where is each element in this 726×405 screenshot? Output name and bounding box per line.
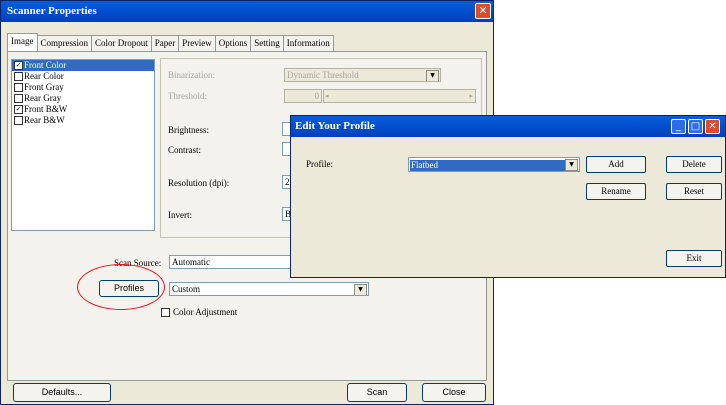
tab-compression[interactable]: Compression — [36, 35, 93, 51]
chevron-down-icon[interactable]: ▼ — [565, 159, 578, 171]
minimize-icon[interactable]: _ — [671, 119, 686, 134]
maximize-icon[interactable]: □ — [688, 119, 703, 134]
annotation-circle — [77, 264, 165, 310]
color-adjustment-checkbox[interactable] — [161, 308, 170, 317]
tab-paper[interactable]: Paper — [150, 35, 180, 51]
arrow-right-icon[interactable]: ▸ — [469, 90, 473, 102]
rename-button[interactable]: Rename — [586, 183, 646, 200]
edit-profile-dialog: Edit Your Profile _ □ ✕ Profile: Flatbed… — [290, 115, 726, 278]
threshold-value-field[interactable]: 0 — [284, 89, 322, 103]
checkbox-checked-icon[interactable]: ✓ — [14, 61, 23, 71]
tab-information[interactable]: Information — [282, 35, 334, 51]
profile-dropdown[interactable]: Flatbed ▼ — [408, 157, 580, 172]
arrow-left-icon[interactable]: ◂ — [325, 90, 329, 102]
close-button[interactable]: Close — [422, 383, 486, 402]
binarization-select[interactable]: Dynamic Threshold ▼ — [284, 68, 441, 82]
checkbox-checked-icon[interactable]: ✓ — [14, 105, 23, 115]
contrast-label: Contrast: — [168, 145, 201, 155]
checkbox-icon[interactable] — [14, 83, 23, 93]
resolution-label: Resolution (dpi): — [168, 178, 230, 188]
tab-color-dropout[interactable]: Color Dropout — [91, 35, 152, 51]
close-icon[interactable]: ✕ — [475, 3, 491, 19]
window-title: Scanner Properties — [1, 1, 493, 22]
checkbox-icon[interactable] — [14, 116, 23, 126]
color-adjustment-label: Color Adjustment — [173, 307, 238, 317]
defaults-button[interactable]: Defaults... — [13, 383, 111, 402]
threshold-slider[interactable]: ◂ ▸ — [323, 89, 476, 103]
list-item-front-bw[interactable]: ✓ Front B&W — [12, 104, 154, 115]
checkbox-icon[interactable] — [14, 72, 23, 82]
list-item-rear-bw[interactable]: Rear B&W — [12, 115, 154, 126]
profile-label: Profile: — [306, 159, 333, 169]
tab-preview[interactable]: Preview — [178, 35, 216, 51]
profile-select[interactable]: Custom ▼ — [169, 282, 369, 296]
image-type-list[interactable]: ✓ Front Color Rear Color Front Gray Rear … — [11, 59, 155, 231]
checkbox-icon[interactable] — [14, 94, 23, 104]
tab-strip: Image Compression Color Dropout Paper Previe… — [7, 33, 334, 51]
list-item-front-color[interactable]: ✓ Front Color — [12, 60, 154, 71]
threshold-label: Threshold: — [168, 91, 207, 101]
close-icon[interactable]: ✕ — [705, 119, 720, 134]
invert-label: Invert: — [168, 210, 192, 220]
brightness-label: Brightness: — [168, 125, 210, 135]
scan-button[interactable]: Scan — [347, 383, 407, 402]
list-item-rear-gray[interactable]: Rear Gray — [12, 93, 154, 104]
delete-button[interactable]: Delete — [666, 156, 722, 173]
list-item-front-gray[interactable]: Front Gray — [12, 82, 154, 93]
exit-button[interactable]: Exit — [666, 250, 722, 267]
add-button[interactable]: Add — [586, 156, 646, 173]
dialog-title: Edit Your Profile — [291, 116, 725, 137]
reset-button[interactable]: Reset — [666, 183, 722, 200]
scan-source-select[interactable]: Automatic — [169, 255, 291, 269]
tab-image[interactable]: Image — [7, 33, 38, 51]
binarization-label: Binarization: — [168, 70, 215, 80]
list-item-rear-color[interactable]: Rear Color — [12, 71, 154, 82]
tab-options[interactable]: Options — [214, 35, 252, 51]
tab-setting[interactable]: Setting — [250, 35, 284, 51]
chevron-down-icon[interactable]: ▼ — [354, 284, 367, 295]
chevron-down-icon[interactable]: ▼ — [426, 70, 439, 81]
